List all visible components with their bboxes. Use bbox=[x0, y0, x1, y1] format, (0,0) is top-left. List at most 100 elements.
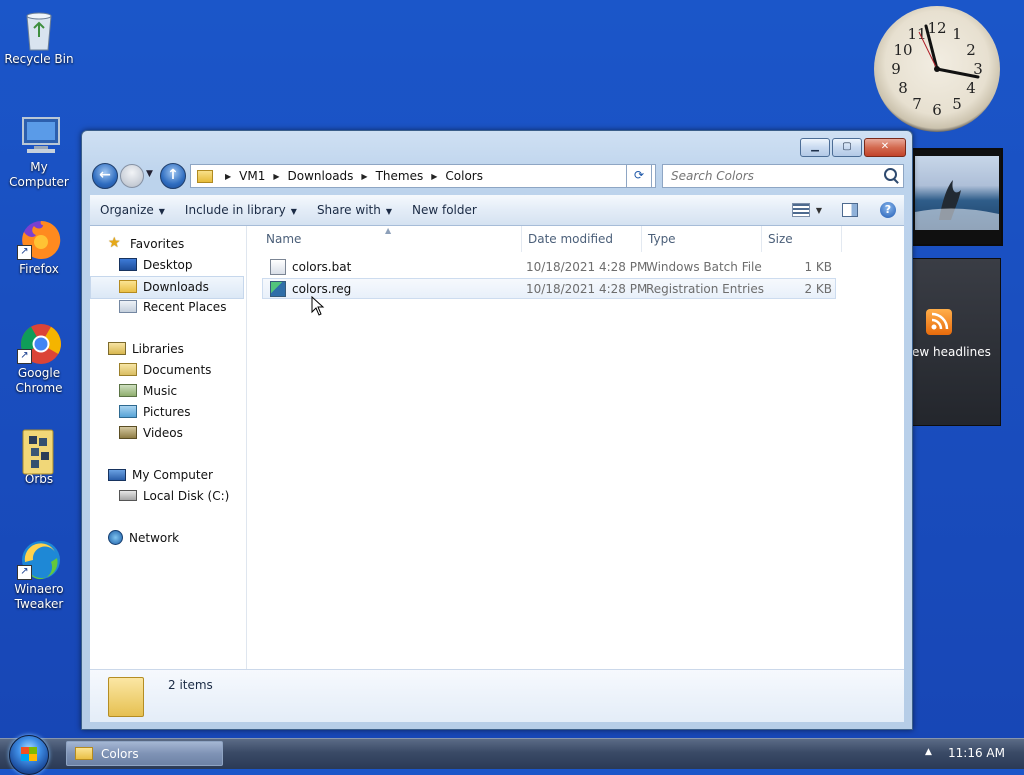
file-type-cell: Windows Batch File bbox=[646, 260, 762, 274]
breadcrumb-item[interactable]: Downloads bbox=[288, 169, 354, 183]
file-name-cell: colors.bat bbox=[270, 257, 351, 278]
preview-pane-icon[interactable] bbox=[842, 203, 858, 217]
nav-libraries[interactable]: Libraries bbox=[108, 339, 184, 360]
desktop-icon-orbs[interactable]: Orbs bbox=[0, 428, 78, 487]
breadcrumb-separator-icon[interactable]: ▶ bbox=[361, 172, 367, 181]
clock-hands bbox=[918, 24, 980, 79]
nav-videos[interactable]: Videos bbox=[119, 423, 183, 444]
desktop-icon-my-computer[interactable]: My Computer bbox=[0, 116, 78, 190]
shortcut-arrow-icon: ↗ bbox=[17, 565, 32, 580]
libraries-icon bbox=[108, 342, 126, 355]
nav-documents[interactable]: Documents bbox=[119, 360, 211, 381]
share-with-button[interactable]: Share with ▼ bbox=[307, 203, 402, 217]
star-icon: ★ bbox=[108, 235, 121, 251]
rss-icon bbox=[926, 309, 952, 335]
mouse-cursor-icon bbox=[311, 296, 325, 316]
feed-headlines-gadget[interactable]: ew headlines bbox=[911, 258, 1001, 426]
breadcrumb-item[interactable]: Colors bbox=[445, 169, 483, 183]
caption-buttons: ▁ ▢ ✕ bbox=[798, 138, 906, 157]
up-button[interactable]: ↑ bbox=[160, 163, 186, 189]
nav-desktop[interactable]: Desktop bbox=[119, 255, 193, 276]
item-count: 2 items bbox=[168, 678, 213, 692]
slideshow-gadget[interactable] bbox=[911, 148, 1003, 246]
organize-button[interactable]: Organize ▼ bbox=[90, 203, 175, 217]
taskbar-button-colors[interactable]: Colors bbox=[66, 741, 223, 766]
breadcrumb-separator-icon[interactable]: ▶ bbox=[225, 172, 231, 181]
computer-icon bbox=[19, 116, 60, 156]
nav-local-disk[interactable]: Local Disk (C:) bbox=[119, 486, 229, 507]
music-icon bbox=[119, 384, 137, 397]
start-button[interactable] bbox=[9, 735, 49, 775]
desktop-icon-firefox[interactable]: ↗ Firefox bbox=[0, 218, 78, 277]
sort-ascending-icon: ▲ bbox=[385, 226, 392, 235]
registry-file-icon bbox=[270, 280, 286, 297]
address-bar[interactable]: ▶ VM1 ▶ Downloads ▶ Themes ▶ Colors ▼ bbox=[190, 164, 656, 188]
nav-network[interactable]: Network bbox=[108, 528, 179, 549]
desktop-icon-label: Google Chrome bbox=[15, 366, 63, 395]
computer-icon bbox=[108, 468, 126, 481]
view-options-dropdown-icon[interactable]: ▼ bbox=[816, 206, 822, 215]
desktop-icon-label: Firefox bbox=[19, 262, 59, 276]
folder-icon bbox=[108, 677, 144, 717]
refresh-button[interactable]: ⟳ bbox=[626, 164, 652, 188]
desktop-icon-label: Winaero Tweaker bbox=[14, 582, 64, 611]
navigation-bar: ← ▼ ↑ ▶ VM1 ▶ Downloads ▶ Themes ▶ Color… bbox=[90, 161, 904, 191]
downloads-folder-icon bbox=[119, 280, 137, 293]
file-list[interactable]: Name ▲ Date modified Type Size colors.bat… bbox=[248, 226, 904, 669]
column-header-date-modified[interactable]: Date modified bbox=[522, 226, 642, 252]
nav-recent-places[interactable]: Recent Places bbox=[119, 297, 226, 318]
folder-icon bbox=[197, 169, 213, 183]
command-bar: Organize ▼ Include in library ▼ Share with… bbox=[90, 195, 904, 226]
pictures-icon bbox=[119, 405, 137, 418]
maximize-button[interactable]: ▢ bbox=[832, 138, 862, 157]
close-button[interactable]: ✕ bbox=[864, 138, 906, 157]
command-bar-right: ▼ ? bbox=[791, 195, 904, 225]
network-icon bbox=[108, 530, 123, 545]
nav-my-computer[interactable]: My Computer bbox=[108, 465, 213, 486]
chrome-icon: ↗ bbox=[17, 322, 61, 364]
include-in-library-button[interactable]: Include in library ▼ bbox=[175, 203, 307, 217]
search-icon[interactable] bbox=[884, 168, 897, 181]
desktop-icon-google-chrome[interactable]: ↗ Google Chrome bbox=[0, 322, 78, 396]
folder-icon bbox=[75, 747, 93, 760]
minimize-button[interactable]: ▁ bbox=[800, 138, 830, 157]
change-view-icon[interactable] bbox=[791, 203, 810, 217]
clock-gadget[interactable]: 12 1 2 3 4 5 6 7 8 9 10 11 bbox=[874, 6, 1000, 132]
file-size-cell: 1 KB bbox=[804, 260, 832, 274]
breadcrumb-item[interactable]: Themes bbox=[376, 169, 424, 183]
back-button[interactable]: ← bbox=[92, 163, 118, 189]
navigation-pane[interactable]: ★ Favorites Desktop Downloads Recent Plac… bbox=[90, 226, 247, 669]
file-row[interactable]: colors.reg 10/18/2021 4:28 PM Registrati… bbox=[262, 278, 836, 299]
recent-pages-dropdown[interactable]: ▼ bbox=[146, 169, 153, 179]
shortcut-arrow-icon: ↗ bbox=[17, 349, 32, 364]
nav-pictures[interactable]: Pictures bbox=[119, 402, 191, 423]
breadcrumb-separator-icon[interactable]: ▶ bbox=[273, 172, 279, 181]
column-header-type[interactable]: Type bbox=[642, 226, 762, 252]
desktop-icon-winaero-tweaker[interactable]: ↗ Winaero Tweaker bbox=[0, 538, 78, 612]
system-clock[interactable]: 11:16 AM bbox=[948, 746, 1005, 760]
column-header-name[interactable]: Name ▲ bbox=[260, 226, 522, 252]
nav-music[interactable]: Music bbox=[119, 381, 177, 402]
desktop-icon bbox=[119, 258, 137, 271]
breadcrumb-item[interactable]: VM1 bbox=[239, 169, 265, 183]
search-input[interactable] bbox=[669, 166, 873, 186]
file-date-cell: 10/18/2021 4:28 PM bbox=[526, 282, 648, 296]
help-icon[interactable]: ? bbox=[880, 202, 896, 218]
content-area: ★ Favorites Desktop Downloads Recent Plac… bbox=[90, 226, 904, 669]
show-hidden-icons-button[interactable]: ▲ bbox=[925, 747, 932, 757]
desktop-icon-recycle-bin[interactable]: Recycle Bin bbox=[0, 8, 78, 67]
nav-favorites[interactable]: ★ Favorites bbox=[108, 234, 184, 255]
file-type-cell: Registration Entries bbox=[646, 282, 764, 296]
column-header-size[interactable]: Size bbox=[762, 226, 842, 252]
explorer-window[interactable]: ▁ ▢ ✕ ← ▼ ↑ ▶ VM1 ▶ Downloads ▶ Themes ▶… bbox=[81, 130, 913, 730]
shortcut-arrow-icon: ↗ bbox=[17, 245, 32, 260]
recent-places-icon bbox=[119, 300, 137, 313]
new-folder-button[interactable]: New folder bbox=[402, 203, 487, 217]
file-row[interactable]: colors.bat 10/18/2021 4:28 PM Windows Ba… bbox=[262, 257, 836, 278]
nav-downloads[interactable]: Downloads bbox=[90, 276, 244, 299]
forward-button[interactable] bbox=[120, 164, 144, 188]
file-size-cell: 2 KB bbox=[804, 282, 832, 296]
drive-icon bbox=[119, 490, 137, 501]
breadcrumb-separator-icon[interactable]: ▶ bbox=[431, 172, 437, 181]
folder-icon bbox=[19, 428, 59, 475]
